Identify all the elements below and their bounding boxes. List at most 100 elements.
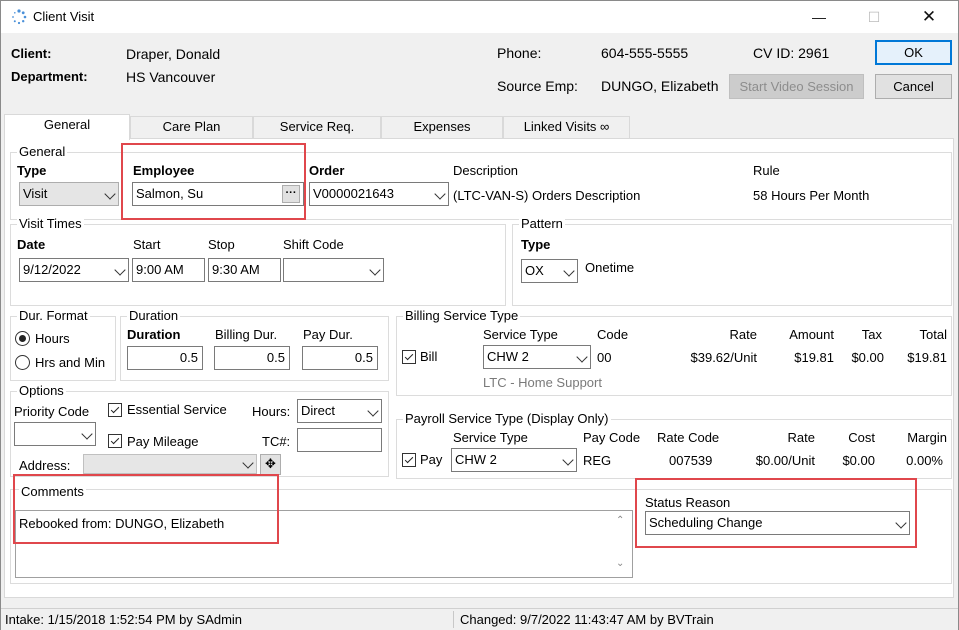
billing-rate-value: $39.62/Unit [690,350,758,365]
tab-linked-visits[interactable]: Linked Visits ∞ [503,116,630,138]
ok-button[interactable]: OK [875,40,952,65]
bill-checkbox-label: Bill [420,349,438,364]
pay-mileage-label: Pay Mileage [127,434,199,449]
start-video-session-button[interactable]: Start Video Session [729,74,864,99]
rate-code-value: 007539 [669,453,713,468]
hours-option-value: Direct [301,403,335,418]
app-icon [12,9,27,25]
hrs-and-min-radio-label: Hrs and Min [35,355,106,370]
dur-format-group-title: Dur. Format [17,308,90,324]
hours-radio[interactable] [15,331,30,346]
billing-code-value: 00 [597,350,612,365]
tc-number-label: TC#: [262,434,291,449]
minimize-icon[interactable]: — [796,1,842,33]
payroll-service-group-title: Payroll Service Type (Display Only) [403,411,611,427]
billing-service-type-value: CHW 2 [487,349,529,364]
chevron-down-icon [434,188,446,200]
stop-time-field[interactable]: 9:30 AM [208,258,281,282]
add-address-button[interactable]: ✥ [260,454,281,475]
essential-service-checkbox[interactable] [108,403,122,417]
changed-info: Changed: 9/7/2022 11:43:47 AM by BVTrain [460,612,714,627]
pattern-type-value: OX [525,263,544,278]
chevron-down-icon [367,405,379,417]
address-select[interactable] [83,454,257,474]
status-bar: Intake: 1/15/2018 1:52:54 PM by SAdmin C… [1,608,958,630]
general-group-title: General [17,144,68,160]
billing-dur-label: Billing Dur. [215,327,278,342]
shift-code-label: Shift Code [283,237,344,252]
department-label: Department: [11,69,88,84]
shift-code-select[interactable] [283,258,384,282]
cost-value: $0.00 [842,453,875,468]
order-label: Order [309,163,345,178]
billing-code-label: Code [597,327,629,342]
highlight-employee [121,143,306,220]
maximize-icon[interactable]: ☐ [851,1,897,33]
priority-code-select[interactable] [14,422,96,446]
pay-code-value: REG [583,453,612,468]
essential-service-label: Essential Service [127,402,227,417]
source-emp-label: Source Emp: [497,78,578,94]
check-icon [110,435,120,445]
billing-tax-label: Tax [861,327,882,342]
type-select-value: Visit [23,186,48,201]
billing-service-type-select[interactable]: CHW 2 [483,345,591,369]
tab-general[interactable]: General [4,114,130,140]
pay-dur-field[interactable]: 0.5 [302,346,378,370]
tab-expenses[interactable]: Expenses [381,116,503,138]
cv-id: CV ID: 2961 [753,45,830,61]
scroll-down-icon[interactable]: ⌄ [616,558,624,569]
tc-number-field[interactable] [297,428,382,452]
phone-label: Phone: [497,45,542,61]
duration-group: Duration Duration 0.5 Billing Dur. 0.5 P… [120,308,389,381]
start-time-field[interactable]: 9:00 AM [132,258,205,282]
chevron-down-icon [369,264,381,276]
payroll-service-type-label: Service Type [453,430,528,445]
billing-dur-field[interactable]: 0.5 [214,346,290,370]
cancel-button[interactable]: Cancel [875,74,952,99]
scroll-up-icon[interactable]: ⌃ [616,515,624,526]
type-select[interactable]: Visit [19,182,119,206]
pay-checkbox[interactable] [402,453,416,467]
type-label: Type [17,163,47,178]
margin-value: 0.00% [906,453,943,468]
tab-care-plan[interactable]: Care Plan [130,116,253,138]
department-name: HS Vancouver [126,69,216,85]
highlight-comments [13,474,279,544]
payroll-service-type-select[interactable]: CHW 2 [451,448,577,472]
description-label: Description [453,163,519,178]
billing-rate-label: Rate [729,327,757,342]
tab-strip: General Care Plan Service Req. Expenses … [1,114,958,140]
date-picker[interactable]: 9/12/2022 [19,258,129,282]
pattern-group: Pattern Type OX Onetime [512,216,952,306]
pattern-type-select[interactable]: OX [521,259,578,283]
billing-amount-label: Amount [789,327,834,342]
rule-label: Rule [753,163,780,178]
order-select[interactable]: V0000021643 [309,182,449,206]
billing-service-desc: LTC - Home Support [483,375,602,390]
duration-field[interactable]: 0.5 [127,346,203,370]
margin-label: Margin [907,430,947,445]
duration-group-title: Duration [127,308,181,324]
check-icon [110,404,120,414]
client-name: Draper, Donald [126,46,221,62]
billing-service-group-title: Billing Service Type [403,308,521,324]
chevron-down-icon [562,454,574,466]
intake-info: Intake: 1/15/2018 1:52:54 PM by SAdmin [5,612,243,627]
bill-checkbox[interactable] [402,350,416,364]
payroll-service-type-value: CHW 2 [455,452,497,467]
duration-label: Duration [127,327,181,342]
pay-mileage-checkbox[interactable] [108,434,122,448]
tab-service-req[interactable]: Service Req. [253,116,381,138]
visit-header: Client: Draper, Donald Department: HS Va… [1,33,958,106]
client-visit-window: Client Visit — ☐ ✕ Client: Draper, Donal… [0,0,959,630]
close-icon[interactable]: ✕ [906,1,952,33]
window-title: Client Visit [33,9,95,24]
hrs-and-min-radio[interactable] [15,355,30,370]
billing-total-value: $19.81 [907,350,947,365]
hours-option-select[interactable]: Direct [297,399,382,423]
description-value: (LTC-VAN-S) Orders Description [453,188,641,203]
start-label: Start [133,237,161,252]
phone-value: 604-555-5555 [601,45,689,61]
chevron-down-icon [563,265,575,277]
